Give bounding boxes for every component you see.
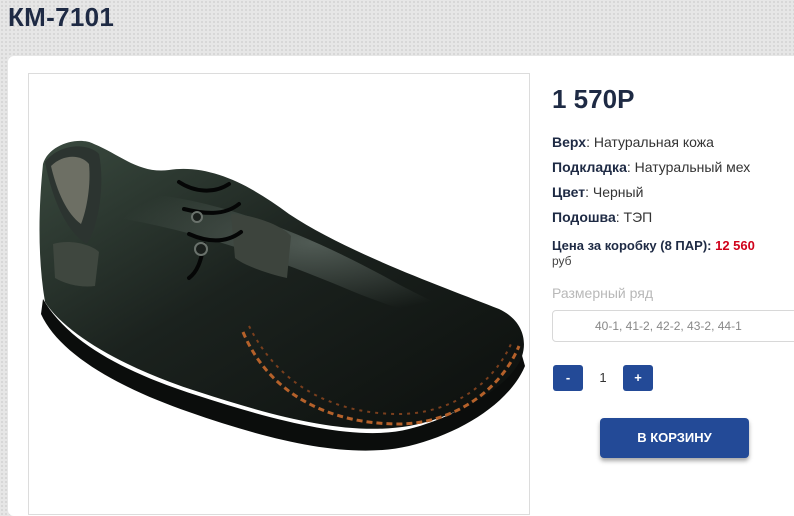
product-price: 1 570Р — [552, 84, 635, 114]
quantity-minus-button[interactable]: - — [553, 365, 583, 391]
quantity-plus-button[interactable]: + — [623, 365, 653, 391]
spec-upper: Верх: Натуральная кожа — [552, 134, 714, 150]
spec-value: : Натуральный мех — [626, 159, 751, 175]
shoe-photo — [39, 140, 525, 451]
size-select[interactable]: 40-1, 41-2, 42-2, 43-2, 44-1 — [552, 310, 794, 342]
spec-color: Цвет: Черный — [552, 184, 643, 200]
box-price-value: 12 560 — [715, 238, 755, 253]
spec-label: Подкладка — [552, 159, 627, 175]
product-title: КМ-7101 — [8, 2, 115, 32]
spec-sole: Подошва: ТЭП — [552, 209, 652, 225]
box-price-label: Цена за коробку (8 ПАР): — [552, 238, 712, 253]
add-to-cart-button[interactable]: В КОРЗИНУ — [600, 418, 749, 458]
spec-label: Верх — [552, 134, 587, 150]
spec-value: : ТЭП — [615, 209, 653, 225]
size-label: Размерный ряд — [552, 285, 654, 301]
spec-value: : Натуральная кожа — [586, 134, 714, 150]
spec-lining: Подкладка: Натуральный мех — [552, 159, 750, 175]
spec-value: : Черный — [585, 184, 644, 200]
box-price-unit: руб — [552, 254, 572, 268]
box-price: Цена за коробку (8 ПАР): 12 560 руб — [552, 238, 755, 268]
spec-label: Подошва — [552, 209, 616, 225]
product-image[interactable] — [28, 73, 530, 515]
spec-label: Цвет — [552, 184, 586, 200]
quantity-input[interactable]: 1 — [592, 365, 614, 391]
